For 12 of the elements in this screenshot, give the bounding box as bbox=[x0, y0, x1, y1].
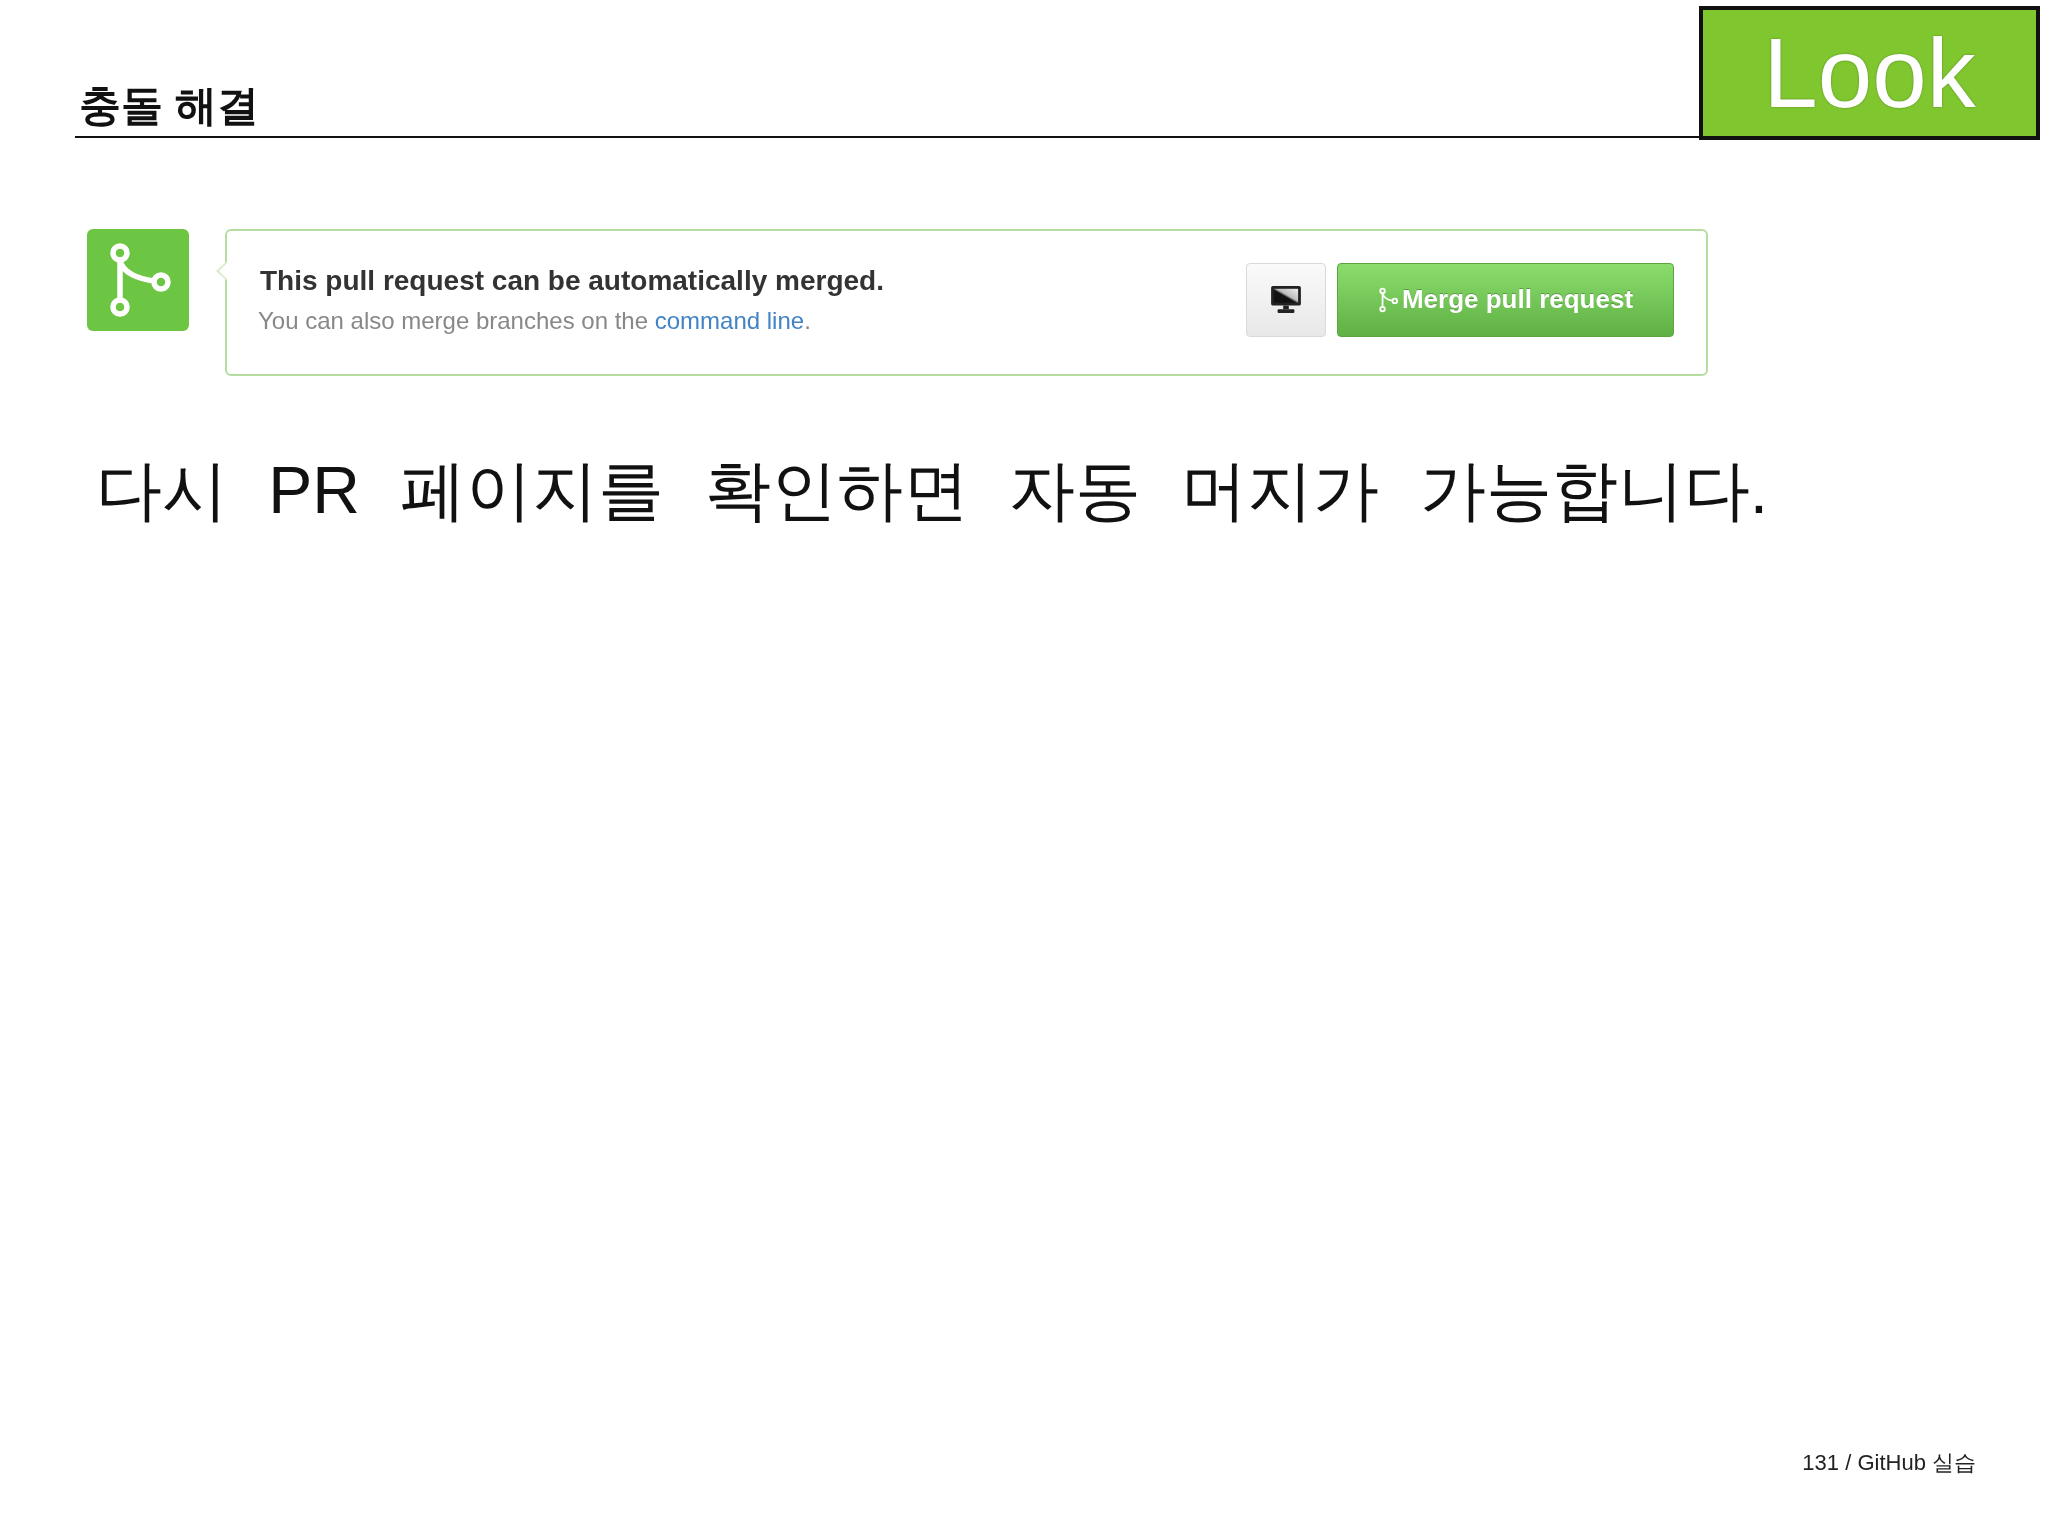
page-footer: 131 / GitHub 실습 bbox=[1802, 1448, 1976, 1478]
command-line-button[interactable] bbox=[1246, 262, 1326, 337]
look-badge: Look bbox=[1699, 6, 2040, 140]
monitor-icon bbox=[1271, 286, 1301, 313]
merge-status: This pull request can be automatically merged. bbox=[260, 263, 884, 298]
merge-hint: You can also merge branches on the command line. bbox=[258, 306, 812, 337]
command-line-link[interactable]: command line bbox=[654, 307, 805, 335]
slide-title: 충돌 해결 bbox=[79, 81, 259, 130]
merge-icon bbox=[1377, 286, 1398, 313]
slide-caption: 다시 PR 페이지를 확인하면 자동 머지가 가능합니다. bbox=[96, 452, 1769, 529]
merge-icon bbox=[87, 229, 189, 331]
merge-button[interactable]: Merge pull request bbox=[1337, 262, 1674, 337]
